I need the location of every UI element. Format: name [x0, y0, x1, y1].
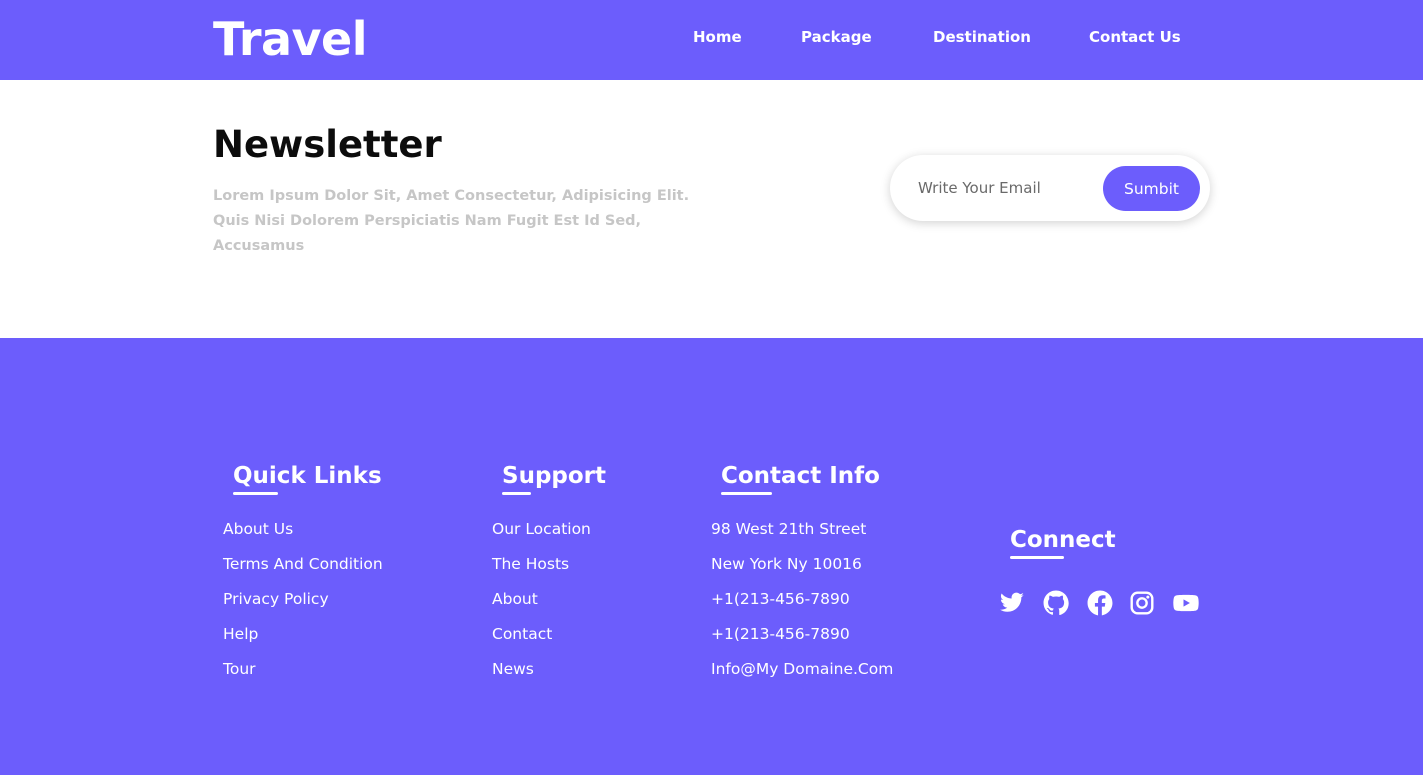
- contact-info-underline: [721, 492, 772, 495]
- facebook-icon[interactable]: [1087, 590, 1113, 616]
- contact-address-city: New York Ny 10016: [711, 555, 862, 573]
- quick-links-underline: [233, 492, 278, 495]
- support-underline: [502, 492, 531, 495]
- instagram-icon[interactable]: [1129, 590, 1155, 616]
- contact-phone-2: +1(213-456-7890: [711, 625, 850, 643]
- github-icon[interactable]: [1043, 590, 1069, 616]
- quick-links-title: Quick Links: [233, 463, 382, 489]
- contact-address-street: 98 West 21th Street: [711, 520, 867, 538]
- contact-email: Info@My Domaine.Com: [711, 660, 894, 678]
- twitter-icon[interactable]: [999, 590, 1025, 616]
- logo[interactable]: Travel: [213, 10, 368, 68]
- youtube-icon[interactable]: [1173, 590, 1199, 616]
- newsletter-form: Sumbit: [890, 155, 1210, 221]
- footer-link-terms[interactable]: Terms And Condition: [223, 554, 383, 574]
- connect-underline: [1010, 556, 1064, 559]
- footer-link-tour[interactable]: Tour: [223, 659, 256, 679]
- footer-link-the-hosts[interactable]: The Hosts: [492, 554, 569, 574]
- footer-link-contact[interactable]: Contact: [492, 624, 552, 644]
- footer-link-our-location[interactable]: Our Location: [492, 519, 591, 539]
- nav-home[interactable]: Home: [693, 26, 742, 48]
- footer-link-news[interactable]: News: [492, 659, 534, 679]
- footer-link-privacy[interactable]: Privacy Policy: [223, 589, 329, 609]
- site-footer: Quick Links About Us Terms And Condition…: [0, 338, 1423, 775]
- nav-destination[interactable]: Destination: [933, 26, 1031, 48]
- contact-phone-1: +1(213-456-7890: [711, 590, 850, 608]
- support-title: Support: [502, 463, 607, 489]
- contact-info-title: Contact Info: [721, 463, 880, 489]
- footer-link-help[interactable]: Help: [223, 624, 258, 644]
- connect-title: Connect: [1010, 527, 1116, 553]
- email-input[interactable]: [918, 173, 1088, 203]
- footer-link-about[interactable]: About: [492, 589, 538, 609]
- newsletter-description: Lorem Ipsum Dolor Sit, Amet Consectetur,…: [213, 188, 690, 254]
- site-header: Travel Home Package Destination Contact …: [0, 0, 1423, 80]
- nav-contact-us[interactable]: Contact Us: [1089, 26, 1181, 48]
- submit-button[interactable]: Sumbit: [1103, 166, 1200, 211]
- footer-link-about-us[interactable]: About Us: [223, 519, 293, 539]
- nav-package[interactable]: Package: [801, 26, 872, 48]
- newsletter-title: Newsletter: [213, 123, 442, 166]
